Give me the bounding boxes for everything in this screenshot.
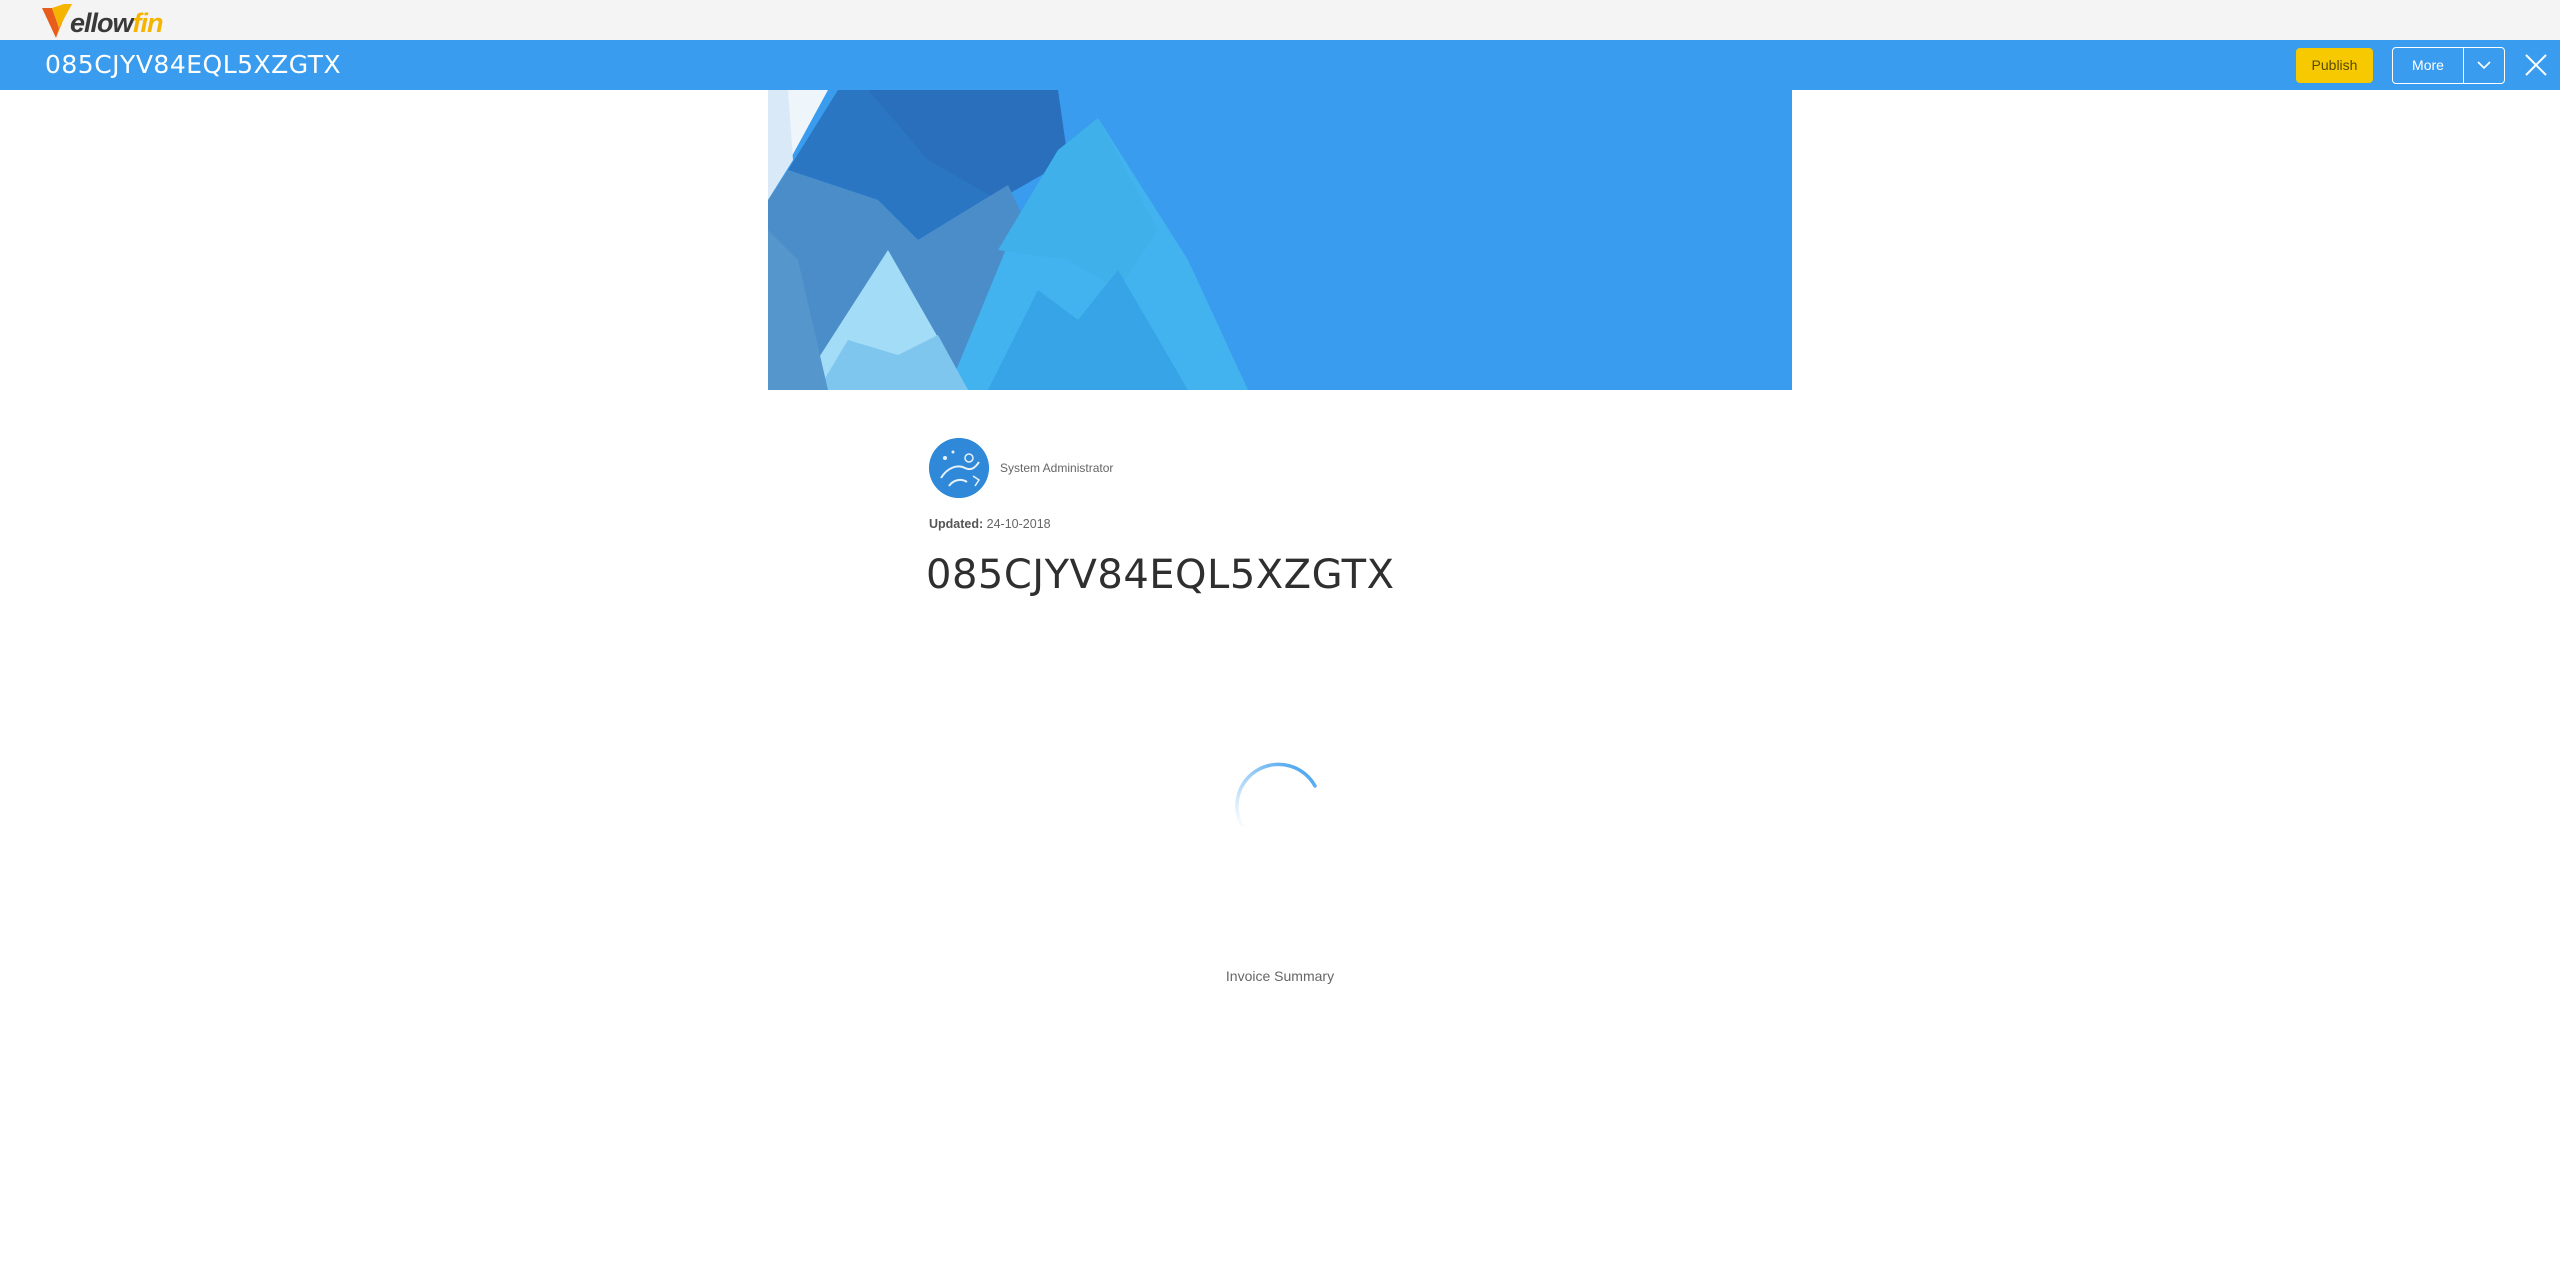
- more-button-group: More: [2392, 47, 2505, 84]
- author-name[interactable]: System Administrator: [1000, 461, 1113, 475]
- spinner-icon: [1235, 762, 1317, 828]
- author-info: System Administrator: [929, 438, 1113, 498]
- author-avatar[interactable]: [929, 438, 989, 498]
- story-cover-image: [768, 90, 1792, 390]
- story-title: 085CJYV84EQL5XZGTX: [926, 552, 1395, 598]
- loading-spinner: [1232, 756, 1322, 846]
- yellowfin-logo[interactable]: ellowfin: [42, 4, 164, 38]
- close-button[interactable]: [2523, 52, 2549, 78]
- more-button[interactable]: More: [2393, 48, 2463, 83]
- close-icon: [2525, 54, 2547, 76]
- header-title: 085CJYV84EQL5XZGTX: [45, 50, 342, 79]
- top-bar: ellowfin: [0, 0, 2560, 40]
- chevron-down-icon: [2477, 61, 2491, 70]
- updated-date: Updated: 24-10-2018: [929, 517, 1051, 531]
- logo-text: ellowfin: [70, 8, 164, 38]
- report-caption: Invoice Summary: [1225, 968, 1335, 984]
- more-dropdown-toggle[interactable]: [2463, 48, 2504, 83]
- updated-value: 24-10-2018: [986, 517, 1051, 531]
- mountain-pattern-image: [768, 90, 1792, 390]
- updated-label: Updated:: [929, 517, 984, 531]
- story-header-bar: 085CJYV84EQL5XZGTX Publish More: [0, 40, 2560, 90]
- publish-button[interactable]: Publish: [2296, 48, 2373, 83]
- avatar-image: [929, 438, 989, 498]
